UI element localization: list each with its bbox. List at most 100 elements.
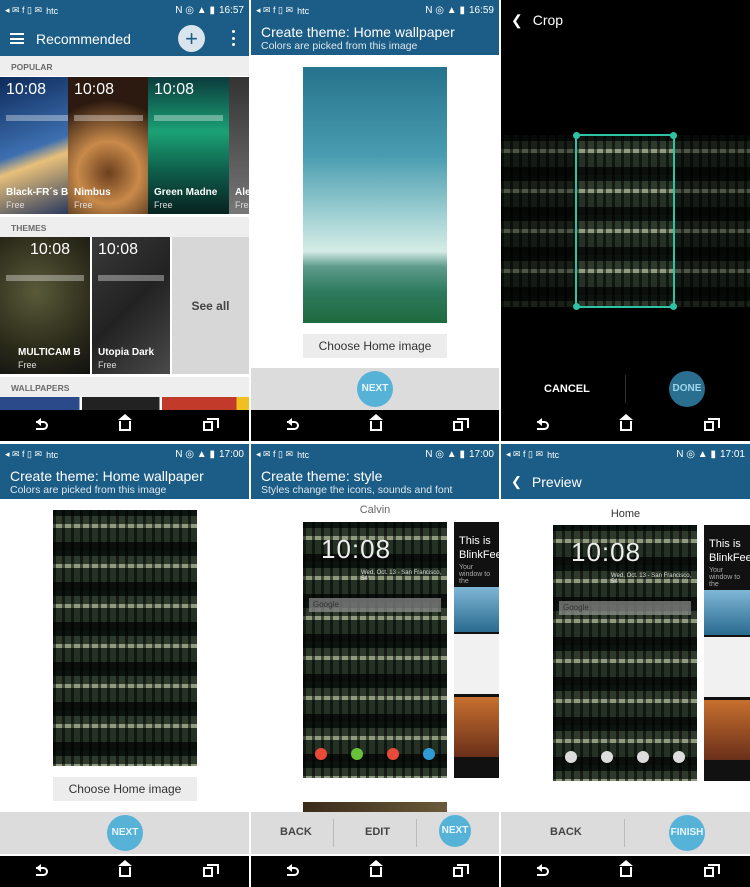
- preview-caption: Home: [610, 508, 641, 520]
- recents-icon[interactable]: [203, 417, 220, 431]
- recents-icon[interactable]: [704, 417, 721, 431]
- back-button[interactable]: BACK: [280, 826, 312, 838]
- nav-bar: [0, 410, 249, 441]
- theme-tile[interactable]: 10:08 MULTICAM B Free: [0, 237, 90, 374]
- theme-tile[interactable]: Ale Free: [229, 77, 249, 214]
- recents-icon[interactable]: [704, 863, 721, 877]
- preview-dock: [553, 751, 697, 763]
- home-icon[interactable]: [118, 413, 133, 431]
- crop-handle[interactable]: [670, 132, 677, 139]
- preview-search-bar: Google: [309, 598, 441, 612]
- add-icon[interactable]: +: [178, 25, 205, 52]
- preview-blinkfeed[interactable]: This is BlinkFeed Your window to the: [704, 525, 750, 781]
- tile-name: Green Madne: [154, 187, 218, 198]
- panel-home-wallpaper: ◂ ✉ f ▯ ✉ htc N ◎ ▲ ▮ 16:59 Create theme: …: [251, 0, 499, 441]
- tile-price: Free: [74, 200, 93, 210]
- home-icon[interactable]: [368, 859, 383, 877]
- signal-icons: N ◎ ▲ ▮: [425, 5, 465, 16]
- crop-handle[interactable]: [670, 303, 677, 310]
- more-options-icon[interactable]: [232, 30, 235, 46]
- back-icon[interactable]: [536, 864, 549, 876]
- bottom-action-bar: [501, 812, 750, 854]
- done-button[interactable]: DONE: [669, 371, 705, 407]
- notification-icons: ◂ ✉ f ▯ ✉: [256, 449, 294, 459]
- notification-icons: ◂ ✉ f ▯ ✉: [5, 449, 43, 459]
- app-bar: Create theme: Home wallpaper Colors are …: [0, 465, 249, 499]
- preview-home[interactable]: 10:08 Wed, Oct. 13 - San Francisco, 54° …: [553, 525, 697, 781]
- nav-bar: [501, 856, 750, 887]
- section-themes: THEMES: [0, 217, 249, 237]
- tile-price: Free: [6, 200, 25, 210]
- signal-icons: N ◎ ▲ ▮: [175, 449, 215, 460]
- page-subtitle: Styles change the icons, sounds and font: [261, 484, 453, 496]
- theme-tile[interactable]: 10:08 Utopia Dark Free: [92, 237, 170, 374]
- tile-price: Free: [98, 360, 117, 370]
- tile-name: Ale: [235, 187, 249, 198]
- app-bar: Recommended +: [0, 21, 249, 56]
- next-button[interactable]: NEXT: [439, 815, 471, 847]
- status-time: 17:00: [218, 449, 244, 460]
- home-icon[interactable]: [118, 859, 133, 877]
- see-all-button[interactable]: See all: [172, 237, 249, 374]
- wallpaper-strip[interactable]: [0, 397, 249, 410]
- back-icon[interactable]: [35, 418, 48, 430]
- home-icon[interactable]: [619, 859, 634, 877]
- next-button[interactable]: NEXT: [107, 815, 143, 851]
- notification-icons: ◂ ✉ f ▯ ✉: [256, 5, 294, 15]
- status-time: 16:59: [468, 5, 494, 16]
- recents-icon[interactable]: [203, 863, 220, 877]
- nav-bar: [251, 410, 499, 441]
- crop-handle[interactable]: [573, 303, 580, 310]
- panel-preview: ◂ ✉ f ▯ ✉ htc N ◎ ▲ ▮ 17:01 ❮ Preview Home…: [501, 444, 750, 887]
- tile-name: Nimbus: [74, 187, 111, 198]
- panel-home-wallpaper-chosen: ◂ ✉ f ▯ ✉ htc N ◎ ▲ ▮ 17:00 Create theme: …: [0, 444, 249, 887]
- theme-tile[interactable]: 10:08 Green Madne Free: [148, 77, 229, 214]
- next-button[interactable]: NEXT: [357, 371, 393, 407]
- preview-clock: 10:08: [571, 537, 642, 567]
- finish-button[interactable]: FINISH: [669, 815, 705, 851]
- back-icon[interactable]: [35, 864, 48, 876]
- preview-dock: [303, 748, 447, 760]
- back-arrow-icon[interactable]: ❮: [511, 12, 523, 28]
- app-bar: Create theme: Home wallpaper Colors are …: [251, 21, 499, 55]
- crop-frame[interactable]: [573, 132, 677, 310]
- status-bar: ◂ ✉ f ▯ ✉ htc N ◎ ▲ ▮ 17:00: [251, 444, 499, 465]
- menu-icon[interactable]: [10, 33, 24, 44]
- tile-name: Black-FR´s B: [6, 187, 69, 198]
- edit-button[interactable]: EDIT: [365, 826, 390, 838]
- signal-icons: N ◎ ▲ ▮: [175, 5, 215, 16]
- home-icon[interactable]: [619, 413, 634, 431]
- next-style-preview[interactable]: [303, 802, 447, 812]
- home-icon[interactable]: [368, 413, 383, 431]
- style-preview-blinkfeed[interactable]: This is BlinkFeed Your window to the: [454, 522, 499, 778]
- choose-home-image-button[interactable]: Choose Home image: [303, 334, 447, 358]
- section-wallpapers: WALLPAPERS: [0, 377, 249, 397]
- choose-home-image-button[interactable]: Choose Home image: [53, 777, 197, 801]
- panel-recommended: ◂ ✉ f ▯ ✉ htc N ◎ ▲ ▮ 16:57 Recommended + …: [0, 0, 249, 441]
- page-title: Preview: [531, 474, 582, 490]
- section-popular: POPULAR: [0, 56, 249, 76]
- back-arrow-icon[interactable]: ❮: [511, 474, 522, 490]
- recents-icon[interactable]: [453, 863, 470, 877]
- cancel-button[interactable]: CANCEL: [544, 383, 590, 395]
- nav-bar: [501, 410, 750, 441]
- theme-tile[interactable]: 10:08 Nimbus Free: [68, 77, 149, 214]
- signal-icons: N ◎ ▲ ▮: [425, 449, 465, 460]
- back-icon[interactable]: [286, 864, 299, 876]
- nav-bar: [0, 856, 249, 887]
- recents-icon[interactable]: [453, 417, 470, 431]
- status-bar: ◂ ✉ f ▯ ✉ htc N ◎ ▲ ▮ 17:01: [501, 444, 750, 465]
- preview-clock: 10:08: [321, 534, 392, 564]
- notification-icons: ◂ ✉ f ▯ ✉: [506, 449, 544, 459]
- status-bar: ◂ ✉ f ▯ ✉ htc N ◎ ▲ ▮ 16:59: [251, 0, 499, 21]
- back-button[interactable]: BACK: [550, 826, 582, 838]
- back-icon[interactable]: [286, 418, 299, 430]
- tile-price: Free: [154, 200, 173, 210]
- page-subtitle: Colors are picked from this image: [261, 40, 418, 52]
- crop-handle[interactable]: [573, 132, 580, 139]
- screenshot-grid: ◂ ✉ f ▯ ✉ htc N ◎ ▲ ▮ 16:57 Recommended + …: [0, 0, 750, 887]
- style-preview-home[interactable]: 10:08 Wed, Oct. 13 - San Francisco, 54° …: [303, 522, 447, 778]
- app-bar: ❮ Preview: [501, 465, 750, 499]
- back-icon[interactable]: [536, 418, 549, 430]
- signal-icons: N ◎ ▲ ▮: [676, 449, 716, 460]
